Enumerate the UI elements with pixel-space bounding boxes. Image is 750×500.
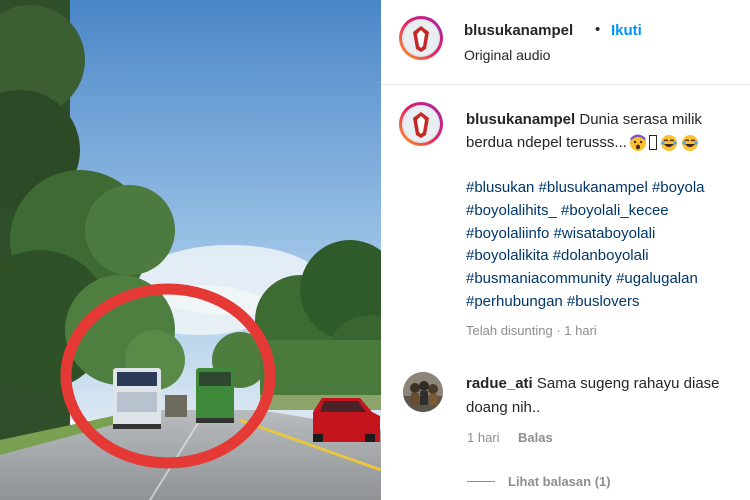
comment-line-1: Sama sugeng rahayu diase bbox=[536, 375, 720, 392]
audio-label[interactable]: Original audio bbox=[464, 47, 550, 63]
caption-line-2: berdua ndepel terusss... bbox=[466, 134, 627, 151]
caption: blusukanampel Dunia serasa milik berdua … bbox=[466, 108, 750, 154]
avatar[interactable] bbox=[399, 16, 443, 60]
profile-logo-icon bbox=[402, 105, 440, 143]
post-header: blusukanampel • Ikuti Original audio bbox=[381, 0, 750, 85]
unknown-glyph-icon bbox=[648, 135, 657, 150]
follow-button[interactable]: Ikuti bbox=[611, 22, 642, 39]
hashtags: #blusukan #blusukanampel #boyola #boyola… bbox=[466, 177, 750, 314]
view-replies-button[interactable]: Lihat balasan (1) bbox=[508, 474, 611, 489]
replies-divider bbox=[467, 481, 495, 482]
caption-username[interactable]: blusukanampel bbox=[466, 111, 575, 128]
comment: radue_ati Sama sugeng rahayu diase doang… bbox=[466, 372, 750, 420]
hashtag-line[interactable]: #blusukan #blusukanampel #boyola bbox=[466, 177, 750, 200]
hashtag-line[interactable]: #boyolaliinfo #wisataboyolali bbox=[466, 223, 750, 246]
video-frame bbox=[0, 0, 381, 500]
caption-avatar[interactable] bbox=[399, 102, 443, 146]
fearful-face-icon bbox=[629, 134, 647, 152]
post-video[interactable] bbox=[0, 0, 381, 500]
comment-line-2: doang nih.. bbox=[466, 399, 541, 416]
reply-button[interactable]: Balas bbox=[518, 430, 553, 445]
commenter-avatar[interactable] bbox=[403, 372, 443, 412]
hashtag-line[interactable]: #busmaniacommunity #ugalugalan bbox=[466, 268, 750, 291]
profile-logo-icon bbox=[402, 19, 440, 57]
comment-username[interactable]: radue_ati bbox=[466, 375, 533, 392]
comment-time: 1 hari bbox=[467, 430, 500, 445]
hashtag-line[interactable]: #boyolalikita #dolanboyolali bbox=[466, 245, 750, 268]
header-separator: • bbox=[595, 21, 601, 38]
caption-line-1: Dunia serasa milik bbox=[579, 111, 702, 128]
laughing-face-icon bbox=[660, 134, 678, 152]
post-panel: blusukanampel • Ikuti Original audio blu… bbox=[381, 0, 750, 500]
edited-timestamp: Telah disunting · 1 hari bbox=[466, 323, 597, 338]
hashtag-line[interactable]: #perhubungan #buslovers bbox=[466, 291, 750, 314]
bus-right bbox=[196, 368, 234, 423]
bus-left bbox=[113, 368, 161, 429]
commenter-photo bbox=[403, 372, 443, 412]
hashtag-line[interactable]: #boyolalihits_ #boyolali_kecee bbox=[466, 200, 750, 223]
truck bbox=[165, 395, 187, 417]
header-username[interactable]: blusukanampel bbox=[464, 22, 573, 39]
laughing-face-icon bbox=[681, 134, 699, 152]
